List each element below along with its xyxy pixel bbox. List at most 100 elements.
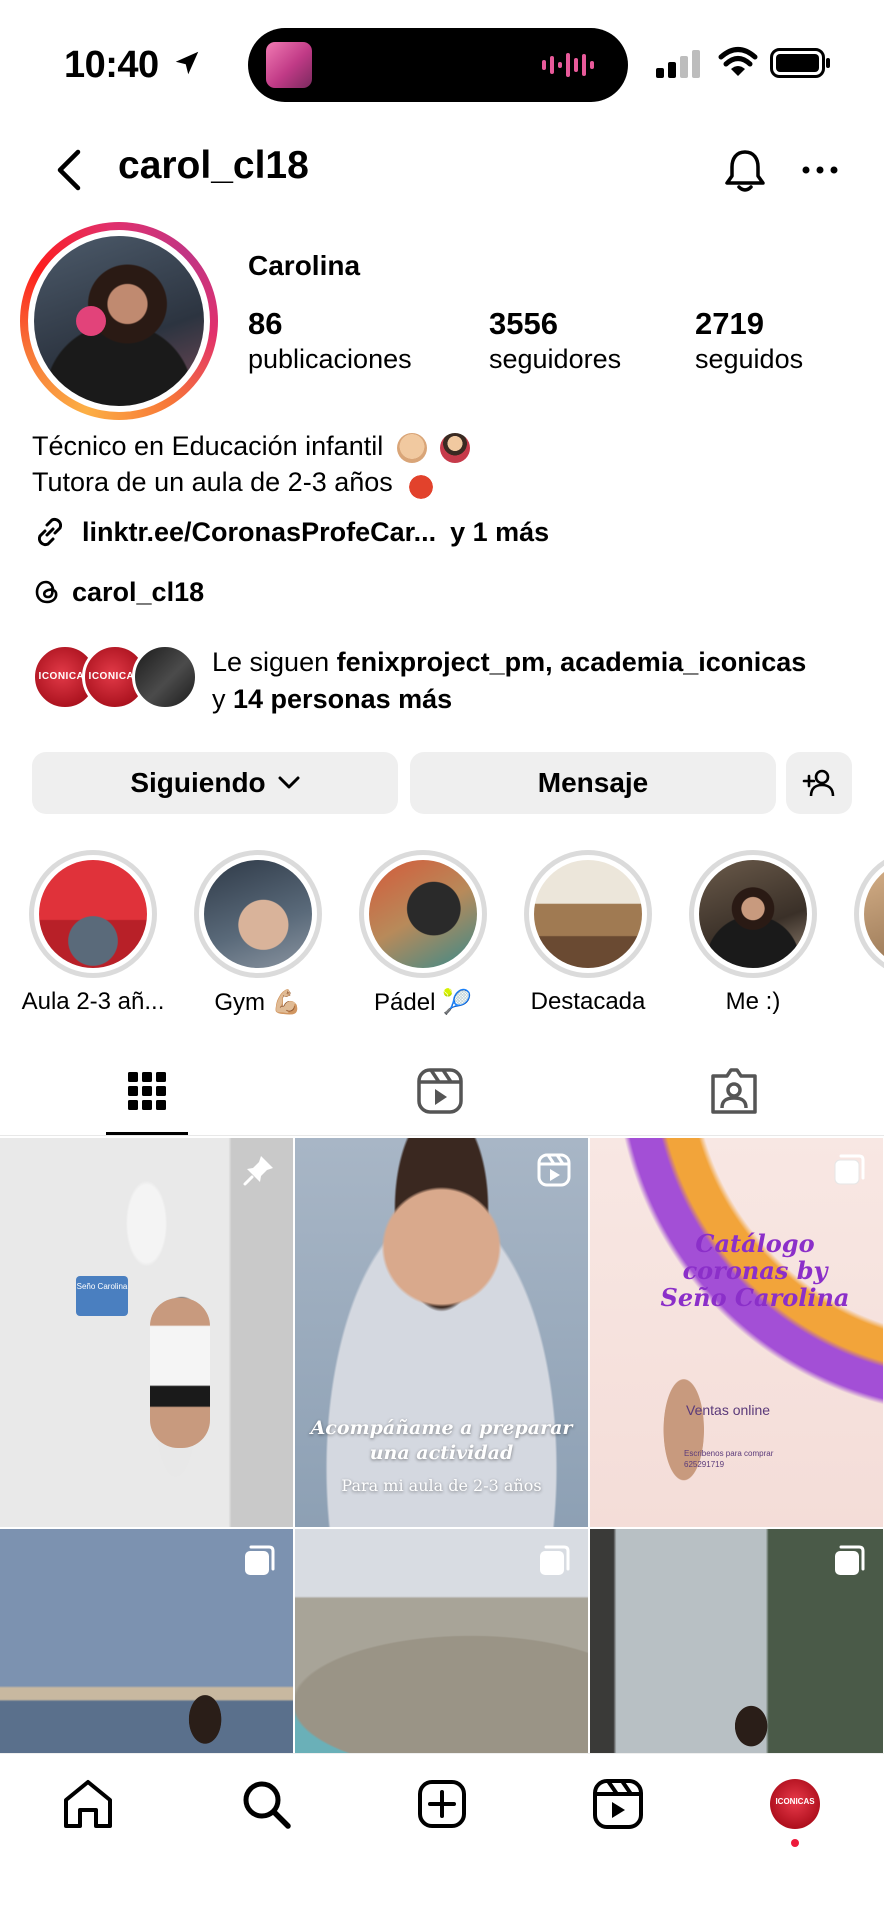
wifi-icon	[718, 47, 758, 76]
story-highlights: Aula 2-3 añ... Gym 💪🏼 Pádel 🎾 Destacada …	[0, 850, 884, 1020]
profile-avatar	[34, 236, 204, 406]
stat-followers-label: seguidores	[489, 344, 622, 374]
catalog-contact: Escribenos para comprar 625291719	[684, 1449, 774, 1469]
post-thumbnail[interactable]: Catálogo coronas by Seño Carolina Ventas…	[590, 1138, 883, 1527]
highlight-padel[interactable]: Pádel 🎾	[338, 850, 508, 1017]
signal-icon	[656, 50, 700, 78]
post-thumbnail[interactable]	[0, 1529, 293, 1753]
stat-posts-label: publicaciones	[248, 344, 412, 374]
multi-post-icon	[834, 1154, 865, 1185]
highlight-aula-cover	[39, 860, 147, 968]
multi-post-icon	[245, 1545, 275, 1575]
teacher-emoji	[440, 432, 471, 463]
stat-posts[interactable]: 86 publicaciones	[248, 306, 412, 375]
person-figure	[150, 1298, 210, 1448]
back-chevron-icon[interactable]	[50, 148, 90, 192]
highlight-me[interactable]: Me :)	[668, 850, 838, 1016]
stat-following[interactable]: 2719 seguidos	[695, 306, 803, 375]
following-button-label: Siguiendo	[130, 767, 266, 798]
highlight-more-cover	[864, 860, 884, 968]
door-sign-label: Seño Carolina	[76, 1282, 128, 1291]
highlight-label: ~F	[833, 988, 884, 1016]
profile-tabs	[0, 1052, 884, 1136]
highlight-destacada[interactable]: Destacada	[503, 850, 673, 1016]
home-icon[interactable]	[60, 1776, 116, 1832]
posts-grid: Seño Carolina Acompáñame a preparar una …	[0, 1138, 884, 1753]
audio-wave-icon	[542, 53, 594, 77]
stat-posts-count: 86	[248, 306, 283, 341]
avatar-flower-detail	[76, 306, 106, 336]
highlight-me-cover	[699, 860, 807, 968]
bell-icon[interactable]	[720, 146, 770, 196]
bio-link-more[interactable]: y 1 más	[450, 517, 549, 548]
highlight-destacada-cover	[534, 860, 642, 968]
location-arrow-icon	[175, 51, 199, 75]
link-icon	[37, 517, 63, 547]
highlight-label: Gym 💪🏼	[214, 989, 302, 1016]
bio-line-2: Tutora de un aula de 2-3 años	[32, 464, 470, 500]
stat-followers-count: 3556	[489, 306, 558, 341]
threads-badge[interactable]: carol_cl18	[32, 572, 204, 612]
tagged-icon[interactable]	[709, 1066, 759, 1116]
catalog-title: Catálogo coronas by Seño Carolina	[660, 1229, 850, 1312]
crab-emoji	[406, 468, 437, 499]
baby-emoji	[396, 432, 427, 463]
highlight-label: Pádel 🎾	[374, 989, 472, 1016]
bio-line-1: Técnico en Educación infantil	[32, 428, 471, 464]
battery-icon	[770, 48, 830, 78]
highlight-label: Me :)	[725, 988, 781, 1015]
display-name: Carolina	[248, 250, 361, 281]
profile-avatar-story-ring[interactable]	[20, 222, 218, 420]
reel-badge-icon	[537, 1153, 571, 1187]
mutual-avatar-3	[132, 644, 198, 710]
mutual-follower-names[interactable]: fenixproject_pm, academia_iconicas	[337, 647, 807, 677]
following-button[interactable]: Siguiendo	[32, 752, 398, 814]
post-thumbnail[interactable]	[295, 1529, 588, 1753]
highlight-aula[interactable]: Aula 2-3 añ...	[8, 850, 178, 1016]
profile-nav-avatar[interactable]: ICONICAS	[770, 1779, 820, 1829]
header-username: carol_cl18	[118, 144, 309, 187]
catalog-sales-label: Ventas online	[686, 1402, 771, 1418]
highlight-padel-cover	[369, 860, 477, 968]
threads-icon	[35, 580, 58, 604]
stat-following-label: seguidos	[695, 344, 804, 374]
clock-time: 10:40	[64, 44, 159, 86]
stat-followers[interactable]: 3556 seguidores	[489, 306, 621, 375]
mutual-followers-text[interactable]: Le siguen fenixproject_pm, academia_icon…	[212, 644, 852, 718]
reels-icon[interactable]	[415, 1066, 465, 1116]
create-icon[interactable]	[414, 1776, 470, 1832]
highlight-gym[interactable]: Gym 💪🏼	[173, 850, 343, 1017]
threads-handle: carol_cl18	[72, 576, 205, 607]
reels-nav-icon[interactable]	[590, 1776, 646, 1832]
grid-icon[interactable]	[122, 1066, 172, 1116]
chevron-down-icon	[278, 776, 300, 789]
bio-link-text[interactable]: linktr.ee/CoronasProfeCar...	[82, 517, 436, 548]
more-dots-icon[interactable]	[800, 150, 840, 190]
message-button[interactable]: Mensaje	[410, 752, 776, 814]
profile-header: carol_cl18	[0, 130, 884, 210]
status-bar: 10:40	[0, 0, 884, 120]
highlight-label: Aula 2-3 añ...	[21, 988, 165, 1015]
notification-dot	[791, 1839, 799, 1847]
suggested-users-button[interactable]	[786, 752, 852, 814]
post-overlay-subtitle: Para mi aula de 2-3 años	[341, 1476, 542, 1495]
dynamic-island[interactable]	[248, 28, 628, 102]
search-icon[interactable]	[238, 1776, 294, 1832]
stat-following-count: 2719	[695, 306, 764, 341]
post-thumbnail[interactable]: Acompáñame a preparar una actividad Para…	[295, 1138, 588, 1527]
multi-post-icon	[540, 1545, 570, 1575]
message-button-label: Mensaje	[537, 767, 649, 798]
bottom-navigation: ICONICAS	[0, 1753, 884, 1920]
bio-link[interactable]: linktr.ee/CoronasProfeCar... y 1 más	[32, 512, 549, 552]
add-person-icon	[802, 769, 835, 797]
now-playing-thumbnail	[266, 42, 312, 88]
post-thumbnail[interactable]: Seño Carolina	[0, 1138, 293, 1527]
bio: Técnico en Educación infantil Tutora de …	[32, 428, 471, 500]
highlight-label: Destacada	[530, 988, 646, 1015]
post-thumbnail[interactable]	[590, 1529, 883, 1753]
pin-icon	[243, 1156, 273, 1186]
post-overlay-title: Acompáñame a preparar una actividad	[310, 1417, 573, 1464]
highlight-more[interactable]: ~F	[833, 850, 884, 1016]
mutual-followers-others[interactable]: 14 personas más	[233, 684, 452, 714]
highlight-gym-cover	[204, 860, 312, 968]
